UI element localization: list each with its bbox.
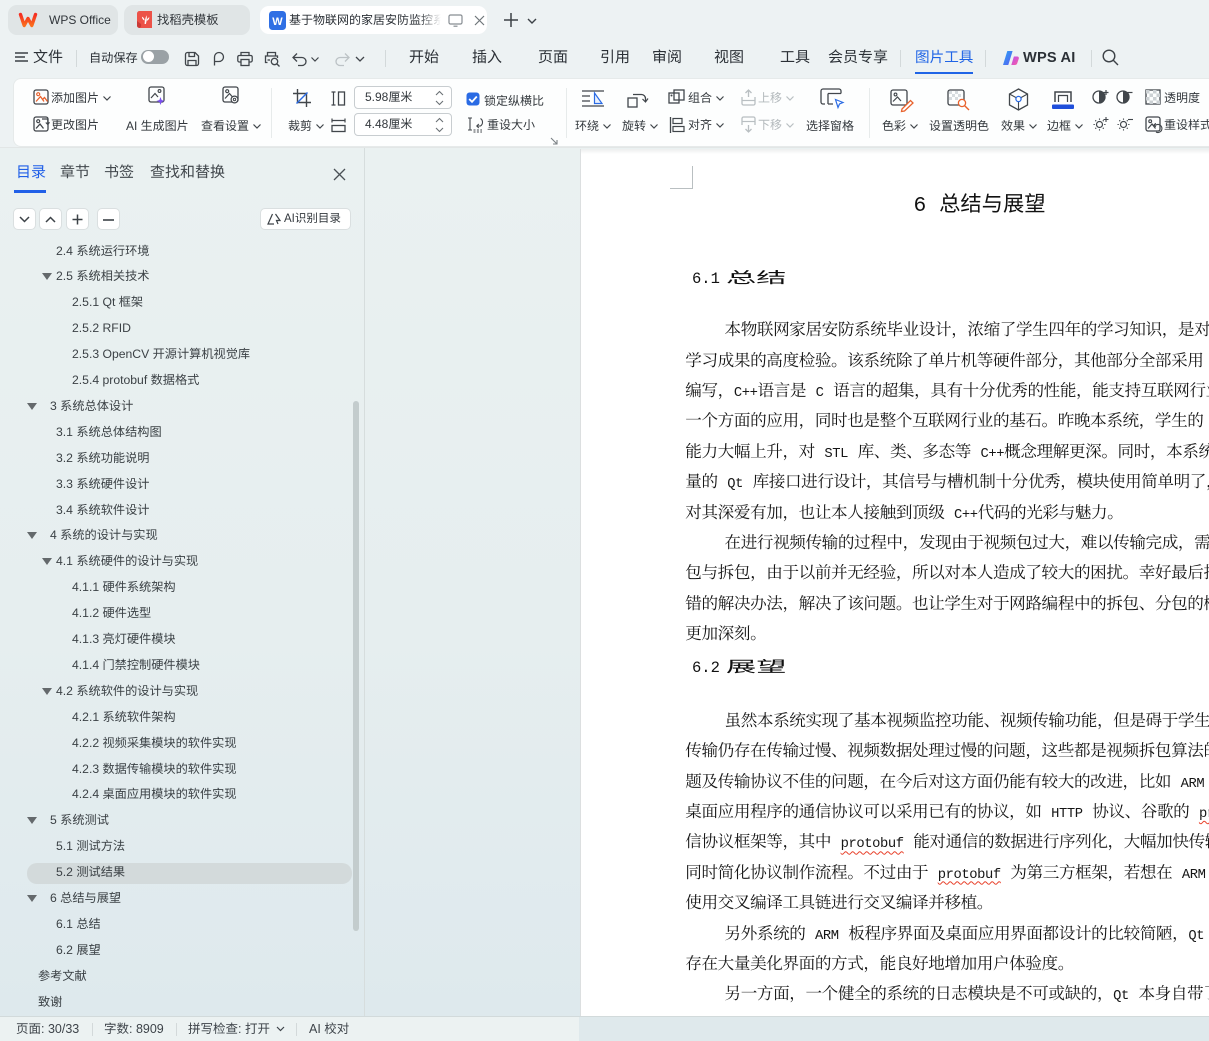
svg-text:W: W — [272, 16, 283, 28]
